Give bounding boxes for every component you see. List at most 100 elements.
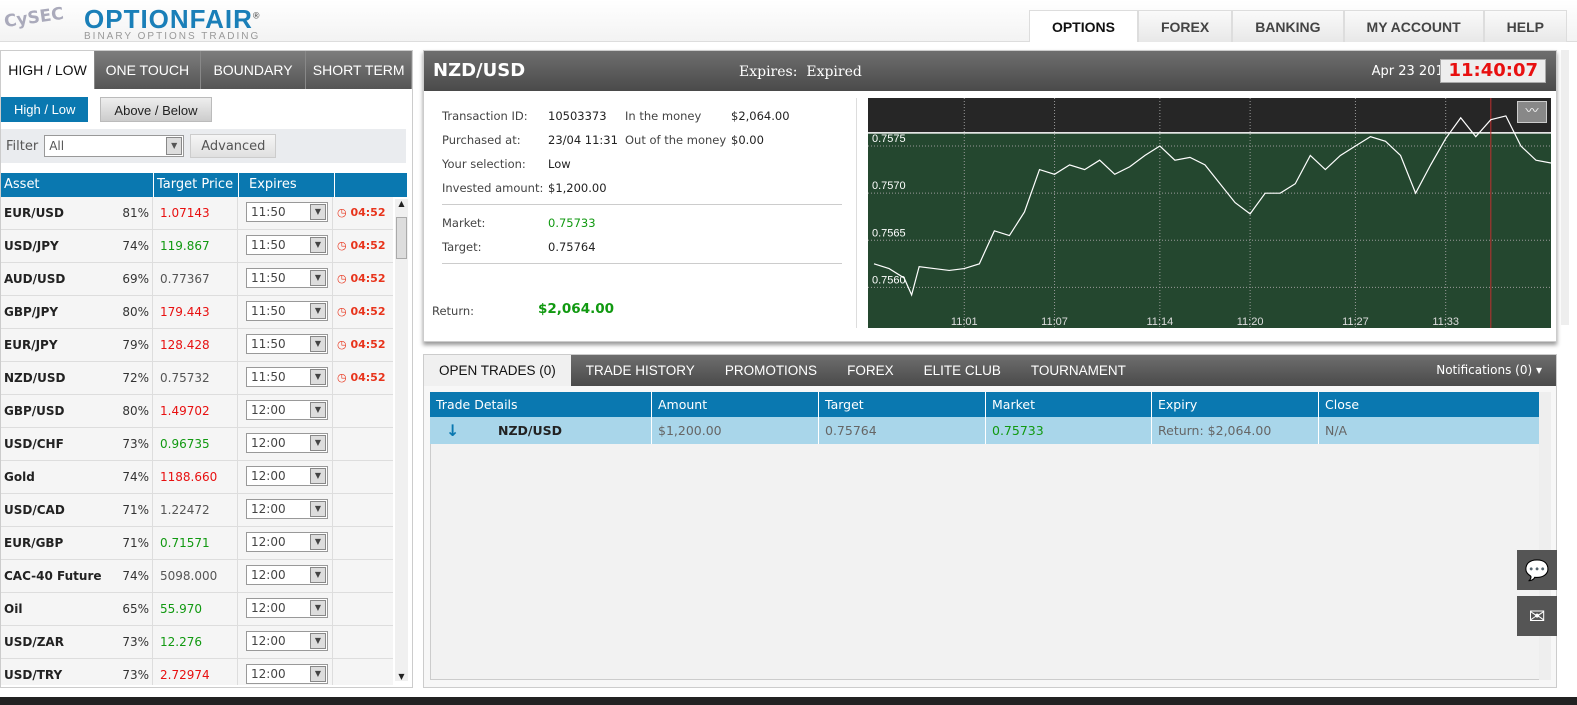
price-chart: 0.75600.75650.75700.757511:01 11:07 11:14 1… [868, 98, 1551, 328]
tab-elite-club[interactable]: ELITE CLUB [909, 355, 1016, 386]
main-nav: OPTIONS FOREX BANKING MY ACCOUNT HELP [1028, 10, 1567, 42]
asset-row[interactable]: EUR/JPY 79% 128.428 11:50 ▼ ◷ 04:52 [1, 329, 393, 362]
tab-one-touch[interactable]: ONE TOUCH [95, 51, 201, 89]
tab-short-term[interactable]: SHORT TERM [306, 51, 413, 89]
tab-boundary[interactable]: BOUNDARY [201, 51, 307, 89]
advanced-button[interactable]: Advanced [190, 134, 277, 158]
countdown-timer: ◷ 04:52 [333, 329, 385, 361]
countdown-timer [333, 527, 337, 559]
tab-trade-history[interactable]: TRADE HISTORY [571, 355, 710, 386]
filter-select[interactable]: All ▼ [44, 135, 185, 157]
tab-promotions[interactable]: PROMOTIONS [710, 355, 832, 386]
logo[interactable]: OPTIONFAIR® BINARY OPTIONS TRADING [84, 4, 261, 42]
chevron-down-icon: ▼ [310, 666, 326, 682]
asset-scrollbar[interactable]: ▲ ▼ [395, 199, 408, 681]
filter-label: Filter [6, 138, 39, 154]
expiry-select[interactable]: 12:00 ▼ [246, 433, 328, 453]
chevron-down-icon: ▼ [310, 534, 326, 550]
tab-open-trades[interactable]: OPEN TRADES (0) [424, 355, 571, 386]
asset-row[interactable]: USD/TRY 73% 2.72974 12:00 ▼ [1, 659, 393, 685]
tab-tournament[interactable]: TOURNAMENT [1016, 355, 1141, 386]
nav-my-account[interactable]: MY ACCOUNT [1343, 10, 1484, 42]
expiry-select[interactable]: 12:00 ▼ [246, 499, 328, 519]
market-price: 0.75733 [548, 216, 596, 230]
asset-row[interactable]: USD/ZAR 73% 12.276 12:00 ▼ [1, 626, 393, 659]
arrow-down-icon: ↓ [446, 421, 460, 440]
nav-options[interactable]: OPTIONS [1028, 10, 1138, 42]
target-price: 12.276 [153, 626, 238, 658]
x-tick-label: 11:14 [1146, 316, 1173, 328]
asset-row[interactable]: NZD/USD 72% 0.75732 11:50 ▼ ◷ 04:52 [1, 362, 393, 395]
notifications-dropdown[interactable]: Notifications (0) ▾ [1436, 363, 1542, 377]
asset-row[interactable]: Gold 74% 1188.660 12:00 ▼ [1, 461, 393, 494]
expiry-select[interactable]: 12:00 ▼ [246, 565, 328, 585]
nav-forex[interactable]: FOREX [1137, 10, 1233, 42]
x-tick-label: 11:20 [1237, 316, 1264, 328]
asset-row[interactable]: USD/CHF 73% 0.96735 12:00 ▼ [1, 428, 393, 461]
clock-icon: ◷ [337, 338, 347, 351]
nav-help[interactable]: HELP [1483, 10, 1567, 42]
expiry-select[interactable]: 12:00 ▼ [246, 631, 328, 651]
asset-row[interactable]: USD/JPY 74% 119.867 11:50 ▼ ◷ 04:52 [1, 230, 393, 263]
expiry-select[interactable]: 11:50 ▼ [246, 334, 328, 354]
expiry-value: 12:00 [251, 568, 286, 582]
asset-row[interactable]: EUR/GBP 71% 0.71571 12:00 ▼ [1, 527, 393, 560]
timer-value: 04:52 [350, 206, 386, 219]
trades-scrollbar[interactable] [1539, 392, 1551, 680]
expiry-select[interactable]: 12:00 ▼ [246, 598, 328, 618]
target-price: 1.49702 [153, 395, 238, 427]
asset-row[interactable]: Oil 65% 55.970 12:00 ▼ [1, 593, 393, 626]
chat-icon[interactable]: 💬 [1517, 550, 1557, 590]
chevron-down-icon: ▼ [310, 270, 326, 286]
trade-asset: NZD/USD [498, 423, 562, 438]
asset-row[interactable]: USD/CAD 71% 1.22472 12:00 ▼ [1, 494, 393, 527]
transaction-id-label: Transaction ID: [442, 109, 528, 123]
chart-type-icon[interactable]: 〰 [1517, 101, 1547, 123]
asset-name: GBP/USD [4, 404, 65, 418]
asset-row[interactable]: EUR/USD 81% 1.07143 11:50 ▼ ◷ 04:52 [1, 197, 393, 230]
countdown-timer [333, 593, 337, 625]
expiry-select[interactable]: 12:00 ▼ [246, 664, 328, 684]
out-money: $0.00 [731, 133, 764, 147]
target-price: 1.07143 [153, 197, 238, 229]
asset-row[interactable]: GBP/USD 80% 1.49702 12:00 ▼ [1, 395, 393, 428]
col-timer [335, 173, 407, 197]
return-label: Return: [432, 304, 475, 318]
expiry-value: 11:50 [251, 337, 286, 351]
expiry-select[interactable]: 11:50 ▼ [246, 235, 328, 255]
expiry-select[interactable]: 11:50 ▼ [246, 367, 328, 387]
x-tick-label: 11:07 [1041, 316, 1068, 328]
asset-row[interactable]: CAC-40 Future 74% 5098.000 12:00 ▼ [1, 560, 393, 593]
mail-icon[interactable]: ✉ [1517, 596, 1557, 636]
above-target-zone [868, 98, 1551, 133]
expiry-select[interactable]: 11:50 ▼ [246, 301, 328, 321]
asset-name: USD/ZAR [4, 635, 64, 649]
subtab-high-low[interactable]: High / Low [1, 97, 89, 122]
table-row[interactable]: ↓ NZD/USD $1,200.00 0.75764 0.75733 Retur… [430, 417, 1548, 444]
clock-icon: ◷ [337, 239, 347, 252]
page-scrollbar[interactable] [1561, 50, 1569, 325]
asset-name: USD/JPY [4, 239, 59, 253]
expiry-select[interactable]: 12:00 ▼ [246, 466, 328, 486]
header: CySEC OPTIONFAIR® BINARY OPTIONS TRADING… [0, 0, 1577, 42]
target-price: 179.443 [153, 296, 238, 328]
subtab-above-below[interactable]: Above / Below [100, 97, 212, 122]
asset-row[interactable]: GBP/JPY 80% 179.443 11:50 ▼ ◷ 04:52 [1, 296, 393, 329]
asset-row[interactable]: AUD/USD 69% 0.77367 11:50 ▼ ◷ 04:52 [1, 263, 393, 296]
expiry-select[interactable]: 11:50 ▼ [246, 202, 328, 222]
countdown-timer: ◷ 04:52 [333, 362, 385, 394]
tab-high-low[interactable]: HIGH / LOW [1, 51, 95, 89]
expiry-select[interactable]: 12:00 ▼ [246, 532, 328, 552]
expiry-select[interactable]: 11:50 ▼ [246, 268, 328, 288]
countdown-timer: ◷ 04:52 [333, 230, 385, 262]
timer-value: 04:52 [350, 371, 386, 384]
cysec-badge: CySEC [2, 3, 65, 33]
nav-banking[interactable]: BANKING [1232, 10, 1344, 42]
countdown-timer [333, 395, 337, 427]
clock-icon: ◷ [337, 371, 347, 384]
asset-name: Oil [4, 602, 23, 616]
tab-forex[interactable]: FOREX [832, 355, 909, 386]
expiry-select[interactable]: 12:00 ▼ [246, 400, 328, 420]
countdown-timer: ◷ 04:52 [333, 263, 385, 295]
payout-percent: 71% [121, 527, 153, 559]
